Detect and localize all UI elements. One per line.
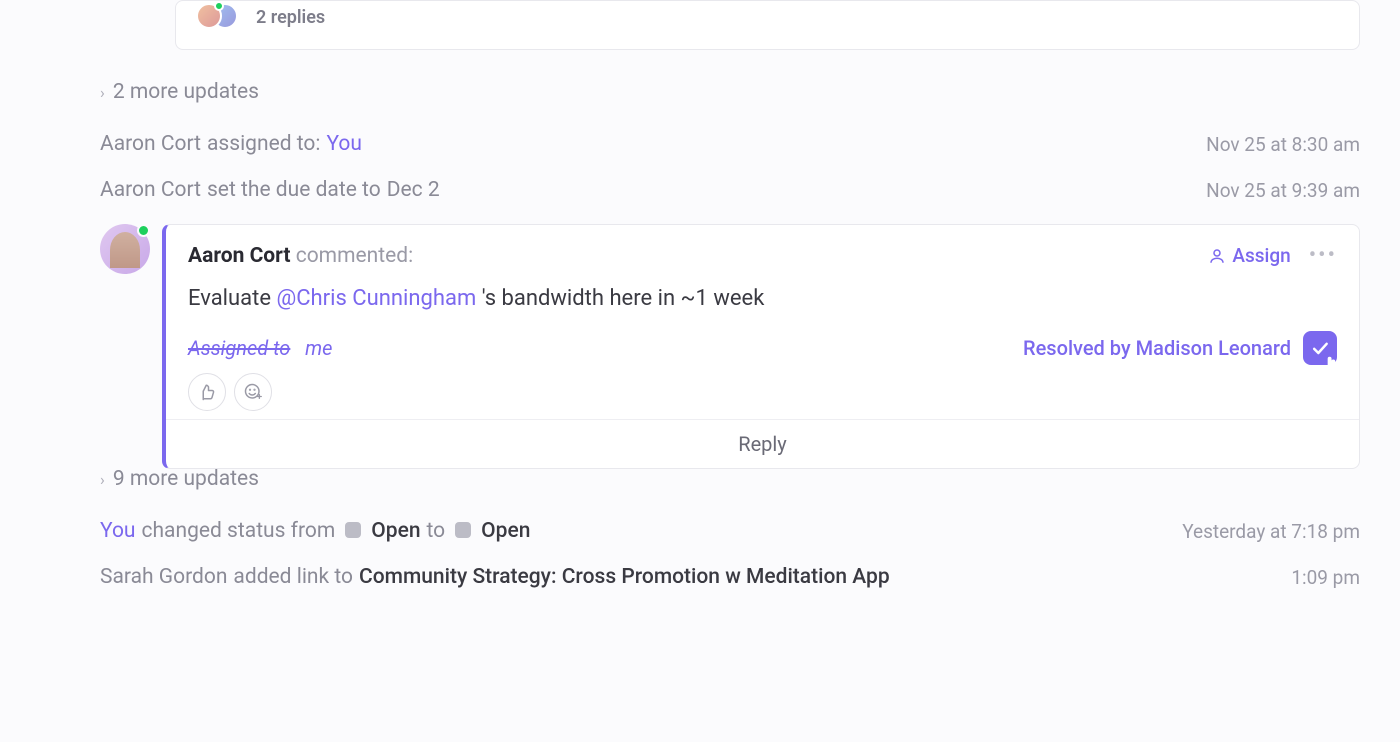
chevron-right-icon: ›	[100, 83, 105, 102]
status-from: Open	[371, 519, 420, 543]
activity-timestamp: Nov 25 at 8:30 am	[1206, 133, 1360, 156]
assigned-to-label[interactable]: Assigned to me	[188, 336, 332, 360]
expand-more-updates-mid[interactable]: › 9 more updates	[100, 467, 1360, 491]
reply-label: Reply	[738, 432, 787, 456]
person-icon	[1208, 247, 1226, 265]
more-updates-label: 2 more updates	[113, 80, 259, 104]
replies-count: 2 replies	[256, 7, 325, 28]
assign-button[interactable]: Assign	[1208, 244, 1290, 267]
activity-verb: changed status from	[142, 519, 336, 543]
status-pill-icon	[455, 522, 471, 538]
chevron-right-icon: ›	[100, 470, 105, 489]
reply-button[interactable]: Reply	[166, 420, 1359, 468]
activity-item-link-added: Sarah Gordon added link to Community Str…	[100, 565, 1360, 589]
resolved-by-label: Resolved by Madison Leonard	[1023, 336, 1291, 360]
reactions-row	[166, 369, 1359, 420]
activity-verb: set the due date to	[207, 178, 381, 202]
presence-indicator	[214, 1, 224, 11]
activity-item-due-date: Aaron Cort set the due date to Dec 2 Nov…	[100, 178, 1360, 202]
status-pill-icon	[345, 522, 361, 538]
comment-card: Aaron Cort commented: Assign ••• Evaluat…	[162, 224, 1360, 469]
activity-actor: Aaron Cort	[100, 132, 201, 156]
thread-card: 2 replies	[175, 0, 1360, 50]
activity-target[interactable]: You	[326, 132, 362, 156]
comment-author: Aaron Cort	[188, 244, 290, 268]
more-updates-label: 9 more updates	[113, 467, 259, 491]
thumbs-up-icon	[198, 383, 216, 401]
emoji-add-icon	[244, 383, 262, 401]
comment: Aaron Cort commented: Assign ••• Evaluat…	[100, 224, 1360, 469]
assigned-to-target: me	[305, 336, 332, 360]
expand-more-updates-top[interactable]: › 2 more updates	[100, 80, 1360, 104]
to-word: to	[427, 519, 446, 543]
cursor-hand-icon	[1319, 355, 1343, 381]
activity-target: Dec 2	[387, 178, 440, 202]
add-reaction-button[interactable]	[234, 373, 272, 411]
avatar-stack	[196, 3, 246, 31]
comment-verb: commented:	[296, 244, 413, 268]
status-to: Open	[481, 519, 530, 543]
activity-timestamp: Nov 25 at 9:39 am	[1206, 179, 1360, 202]
more-menu-button[interactable]: •••	[1309, 243, 1337, 268]
link-title[interactable]: Community Strategy: Cross Promotion w Me…	[359, 565, 890, 589]
resolve-toggle[interactable]	[1303, 331, 1337, 365]
assign-label: Assign	[1232, 244, 1290, 267]
activity-timestamp: 1:09 pm	[1291, 566, 1360, 589]
replies-summary[interactable]: 2 replies	[196, 1, 1339, 39]
activity-verb: assigned to:	[207, 132, 321, 156]
presence-indicator	[137, 224, 150, 237]
avatar	[100, 224, 150, 274]
activity-actor: Aaron Cort	[100, 178, 201, 202]
activity-item-status-change: You changed status from Open to Open Yes…	[100, 519, 1360, 543]
activity-item-assignment: Aaron Cort assigned to: You Nov 25 at 8:…	[100, 132, 1360, 156]
assigned-to-text: Assigned to	[188, 336, 290, 360]
activity-actor: Sarah Gordon	[100, 565, 227, 589]
activity-verb: added link to	[233, 565, 353, 589]
activity-actor[interactable]: You	[100, 519, 136, 543]
comment-body: Evaluate @Chris Cunningham 's bandwidth …	[166, 276, 1359, 325]
activity-timestamp: Yesterday at 7:18 pm	[1182, 520, 1360, 543]
comment-text-prefix: Evaluate	[188, 286, 276, 311]
mention[interactable]: @Chris Cunningham	[276, 286, 476, 311]
comment-text-suffix: 's bandwidth here in ~1 week	[476, 286, 764, 311]
activity-feed: 2 replies › 2 more updates Aaron Cort as…	[0, 0, 1400, 589]
comment-header-text: Aaron Cort commented:	[188, 244, 413, 268]
like-button[interactable]	[188, 373, 226, 411]
